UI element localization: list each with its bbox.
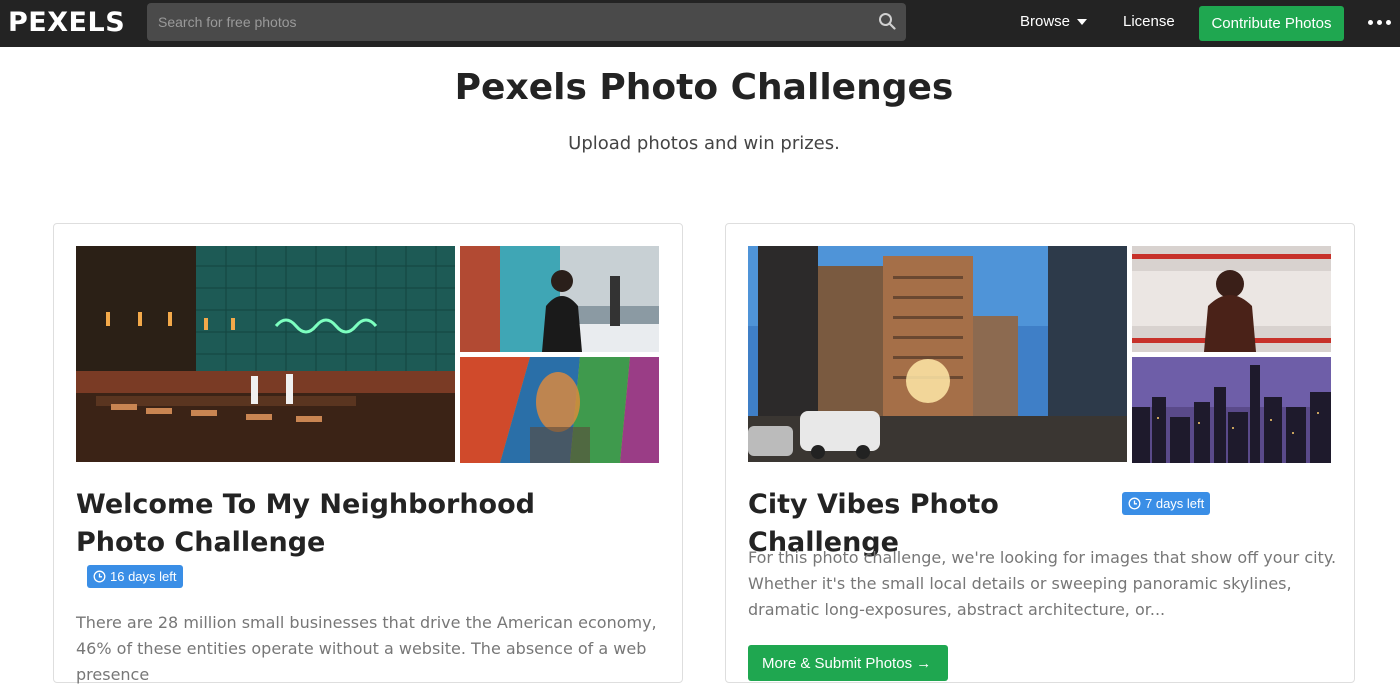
clock-icon	[93, 570, 106, 583]
page-title: Pexels Photo Challenges	[454, 67, 954, 108]
clock-icon	[1128, 497, 1141, 510]
challenge-photo-collage[interactable]	[748, 246, 1332, 464]
chevron-down-icon[interactable]	[1077, 19, 1087, 25]
mural-photo	[460, 357, 659, 463]
search-input[interactable]	[147, 3, 906, 41]
challenge-photo-side-bottom[interactable]	[1132, 357, 1331, 463]
subway-photo	[1132, 246, 1331, 352]
challenge-description: For this photo challenge, we're looking …	[748, 548, 1337, 619]
challenge-photo-main[interactable]	[76, 246, 455, 462]
browse-menu[interactable]: Browse	[1020, 12, 1070, 32]
days-left-badge: 7 days left	[1122, 492, 1211, 515]
skyline-photo	[1132, 357, 1331, 463]
challenge-photo-collage[interactable]	[76, 246, 660, 464]
challenge-photo-side-bottom[interactable]	[460, 357, 659, 463]
challenge-title[interactable]: Welcome To My Neighborhood Photo Challen…	[76, 486, 616, 562]
challenge-description: There are 28 million small businesses th…	[76, 613, 657, 684]
challenge-card-neighborhood[interactable]: Welcome To My Neighborhood Photo Challen…	[53, 223, 683, 684]
top-navbar: PEXELS Browse License Contribute Photos	[0, 0, 1400, 47]
cafe-woman-photo	[460, 246, 659, 352]
pexels-logo[interactable]: PEXELS	[8, 6, 125, 40]
days-left-text: 7 days left	[1145, 496, 1205, 511]
more-submit-photos-button[interactable]: More & Submit Photos →	[748, 645, 948, 681]
challenge-photo-side-top[interactable]	[1132, 246, 1331, 352]
contribute-photos-button[interactable]: Contribute Photos	[1199, 6, 1344, 41]
search-icon[interactable]	[878, 12, 896, 30]
challenge-photo-main[interactable]	[748, 246, 1127, 462]
more-options-icon[interactable]	[1366, 15, 1394, 29]
license-link[interactable]: License	[1123, 12, 1175, 32]
days-left-text: 16 days left	[110, 569, 177, 584]
page-subtitle: Upload photos and win prizes.	[568, 133, 840, 154]
challenge-card-city-vibes[interactable]: City Vibes Photo Challenge 7 days left F…	[725, 223, 1355, 683]
restaurant-photo	[76, 246, 455, 462]
city-street-photo	[748, 246, 1127, 462]
days-left-badge: 16 days left	[87, 565, 183, 588]
challenge-photo-side-top[interactable]	[460, 246, 659, 352]
